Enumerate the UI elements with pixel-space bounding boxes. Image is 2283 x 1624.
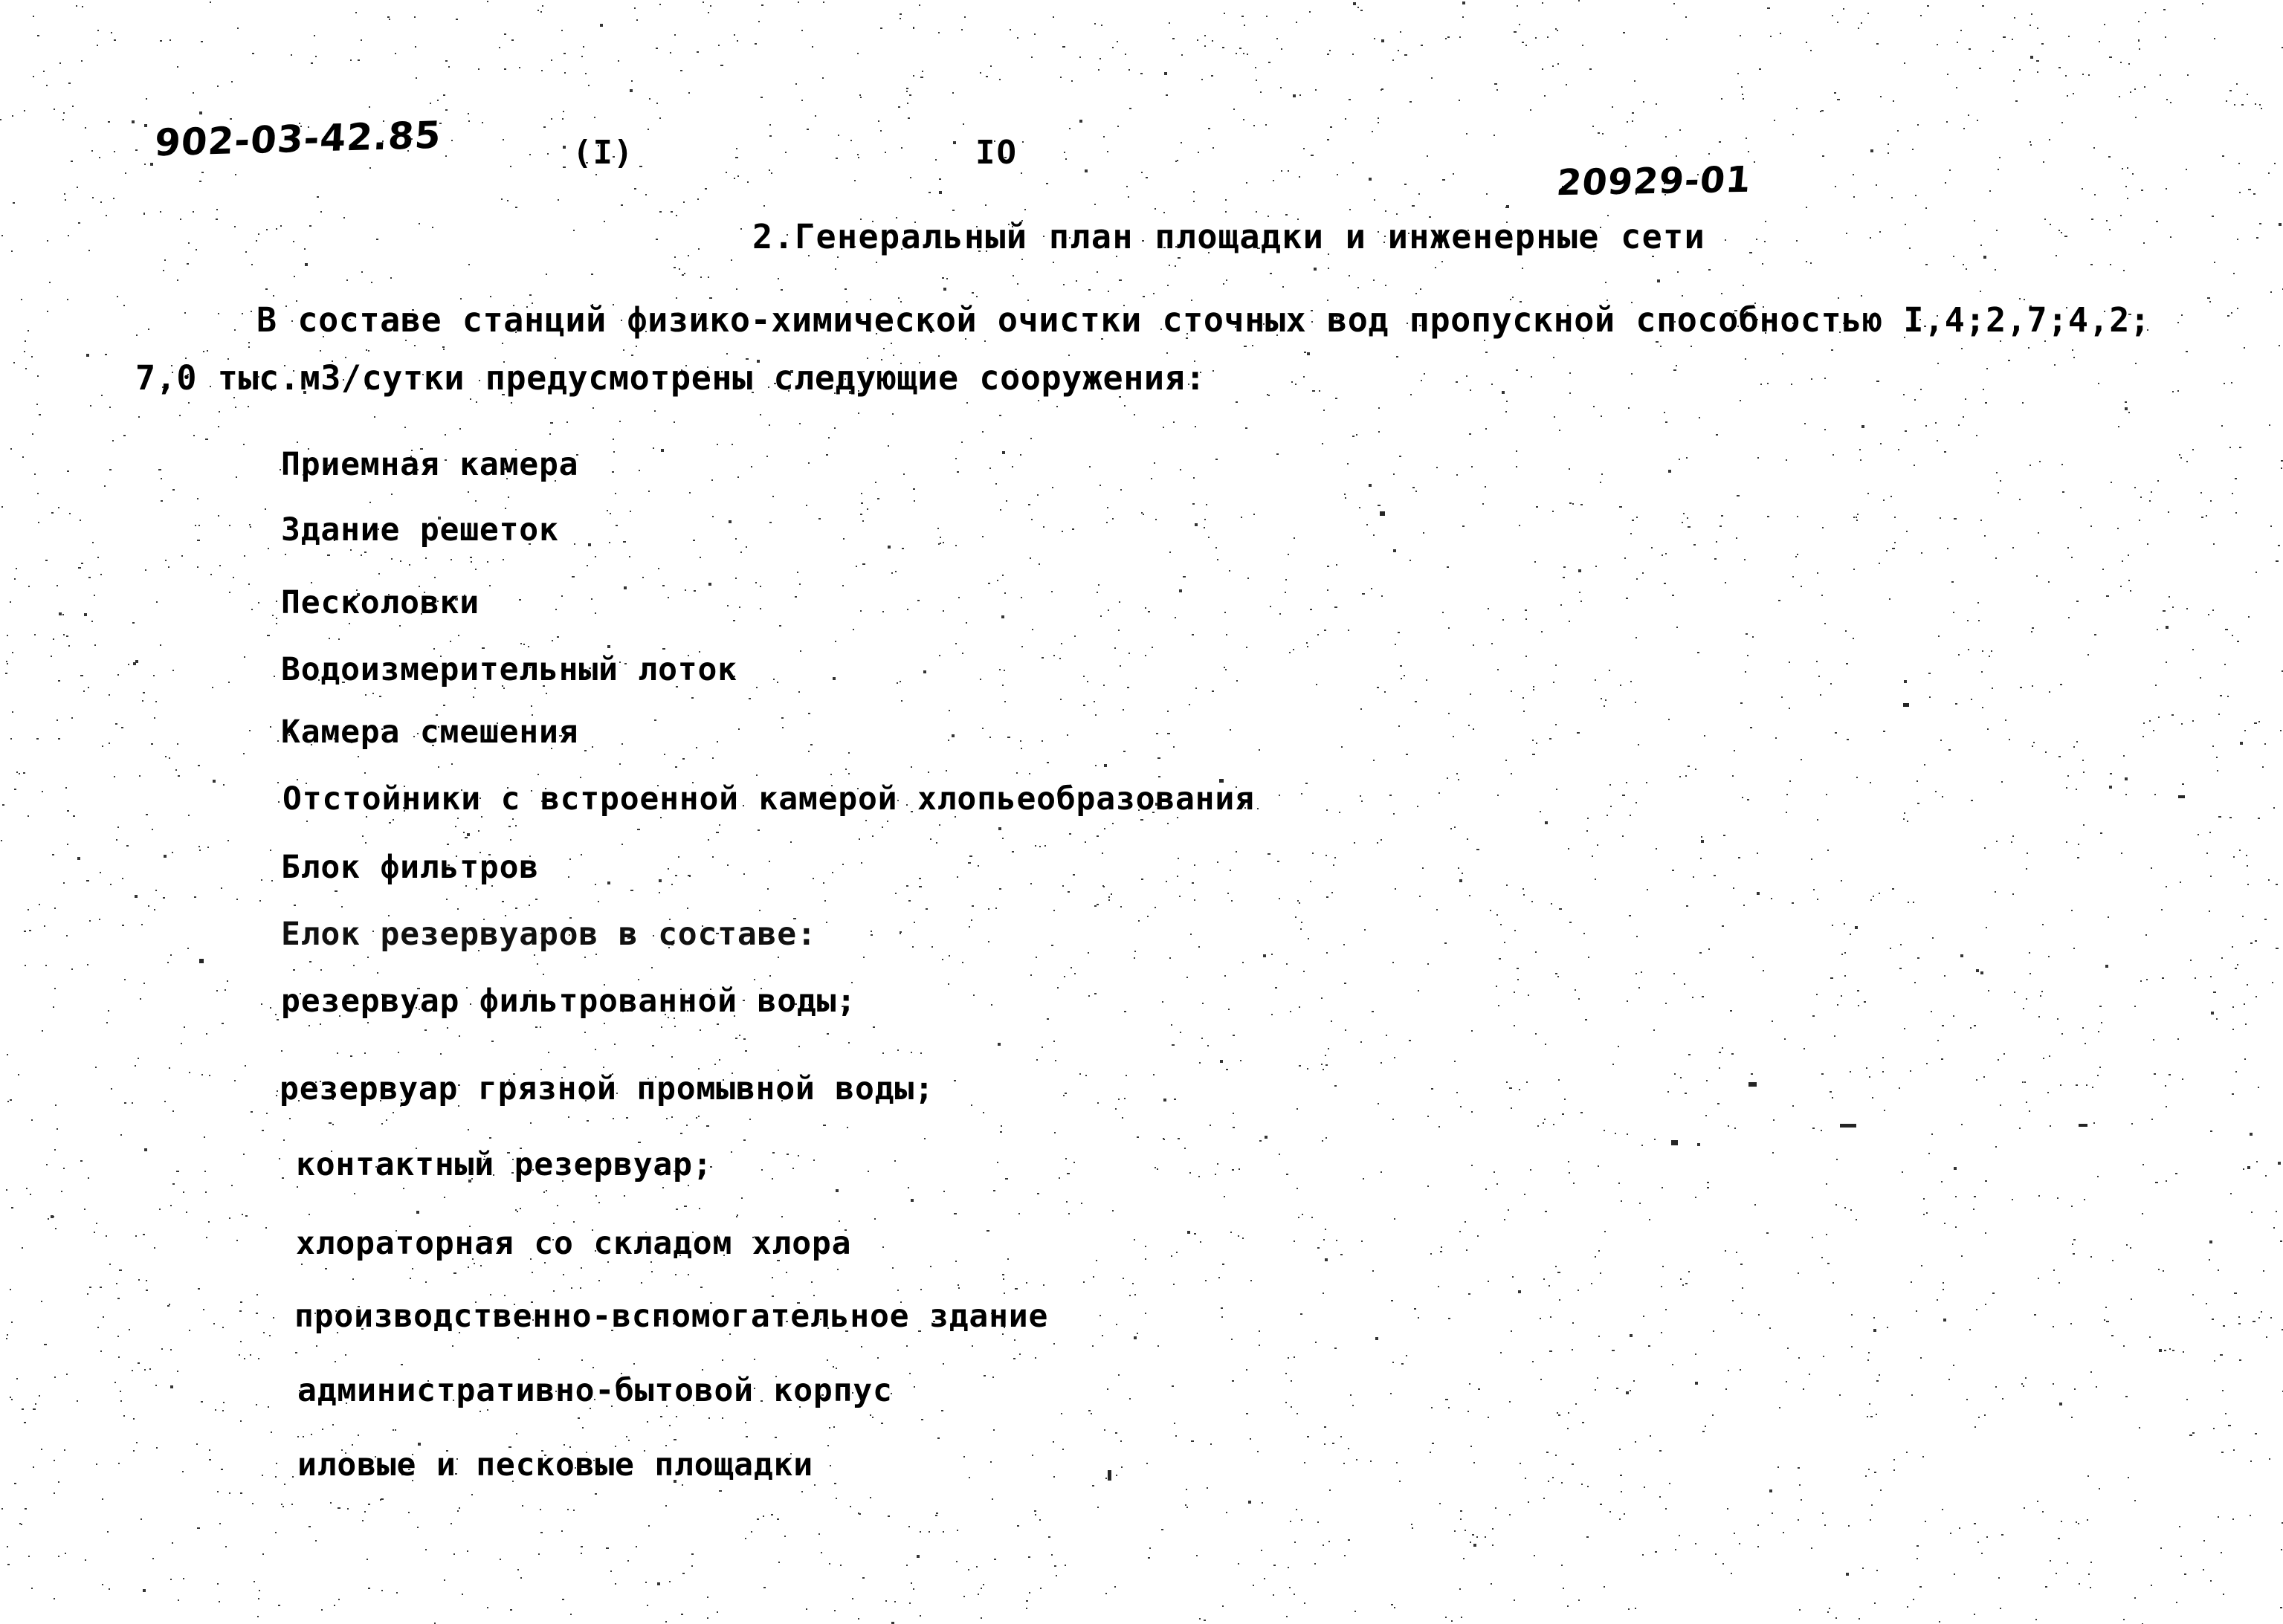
facility-list-item: административно-бытовой корпус	[297, 1372, 893, 1409]
facility-list-item: Песколовки	[281, 584, 479, 621]
facility-list-item: контактный резервуар;	[296, 1146, 713, 1183]
facility-list-item: резервуар фильтрованной воды;	[281, 983, 856, 1020]
facility-list-item: Елок резервуаров в составе:	[281, 916, 817, 953]
scanned-document-page: 902-03-42.85 (I) IO 20929-01 2.Генеральн…	[0, 0, 2283, 1624]
facility-list-item: Водоизмерительный лоток	[281, 651, 737, 688]
facility-list-item: производственно-вспомогательное здание	[294, 1298, 1049, 1335]
facilities-list: Приемная камера Здание решеток Песколовки В…	[0, 0, 2283, 1624]
facility-list-item: резервуар грязной промывной воды;	[280, 1070, 934, 1107]
facility-list-item: Приемная камера	[281, 446, 579, 483]
facility-list-item: Камера смешения	[281, 714, 579, 751]
facility-list-item: Блок фильтров	[281, 849, 539, 886]
facility-list-item: Здание решеток	[281, 511, 559, 549]
facility-list-item: хлораторная со складом хлора	[296, 1225, 852, 1262]
facility-list-item: иловые и песковые площадки	[297, 1446, 813, 1484]
facility-list-item: Отстойники с встроенной камерой хлопьеоб…	[282, 780, 1255, 818]
